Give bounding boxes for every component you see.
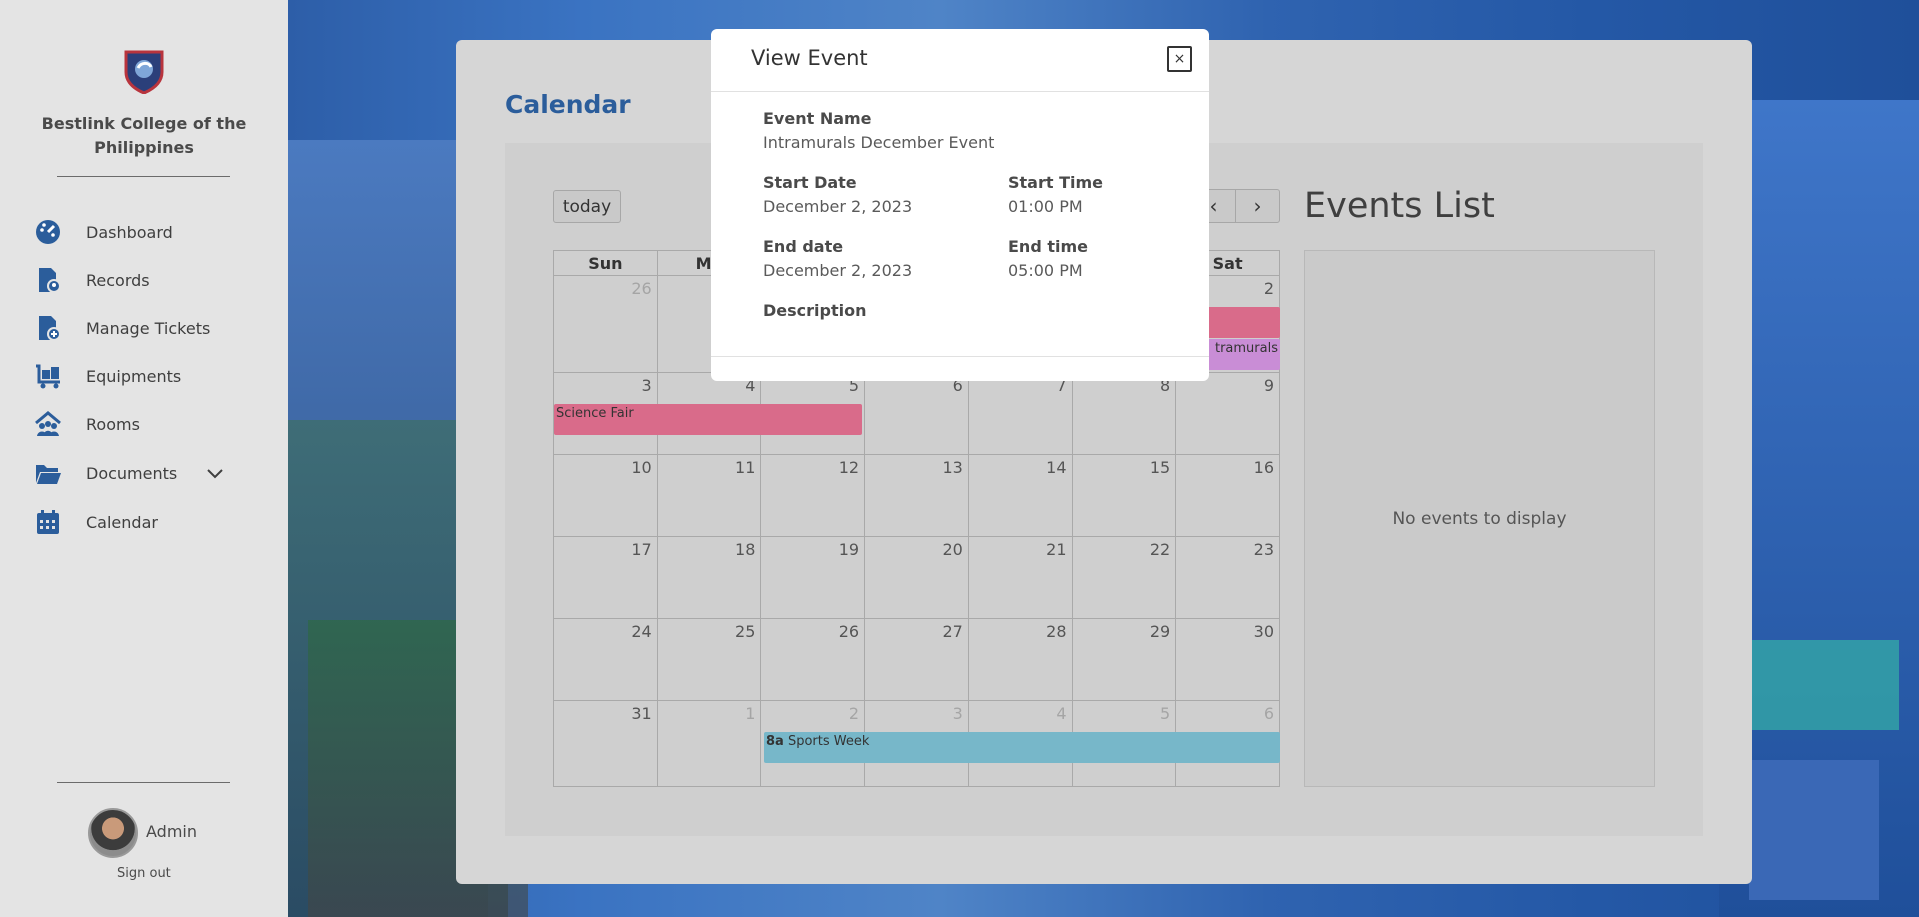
day-cell[interactable]: 14	[967, 454, 1073, 537]
records-icon	[39, 268, 61, 293]
day-cell[interactable]: 18	[656, 536, 762, 619]
day-cell[interactable]: 6	[864, 372, 969, 455]
sidebar-item-label: Equipments	[86, 366, 182, 386]
event-title: tramurals	[1214, 341, 1278, 356]
event-title: Sports Week	[787, 734, 870, 749]
sidebar-divider	[57, 176, 230, 177]
start-time-value: 01:00 PM	[1008, 197, 1083, 216]
day-cell[interactable]: 7	[967, 372, 1073, 455]
sidebar-item-rooms[interactable]: Rooms	[34, 409, 140, 439]
sidebar-item-label: Manage Tickets	[86, 318, 211, 338]
day-cell[interactable]: 1	[656, 700, 762, 787]
start-date-value: December 2, 2023	[763, 197, 913, 216]
page-title: Calendar	[505, 90, 631, 119]
end-time-value: 05:00 PM	[1008, 261, 1083, 280]
day-cell[interactable]: 20	[864, 536, 969, 619]
calendar-event[interactable]: tramurals	[1198, 339, 1280, 370]
events-list-title: Events List	[1304, 186, 1495, 226]
day-cell[interactable]: 19	[760, 536, 866, 619]
modal-footer-divider	[711, 356, 1209, 357]
avatar	[88, 808, 138, 858]
day-cell[interactable]: 21	[967, 536, 1073, 619]
modal-header: View Event ×	[711, 29, 1209, 92]
day-cell[interactable]: 23	[1175, 536, 1280, 619]
day-cell[interactable]: 13	[864, 454, 969, 537]
school-logo-icon	[124, 50, 164, 94]
event-time: 8a	[766, 734, 784, 749]
sidebar-item-label: Rooms	[86, 414, 140, 434]
events-list: No events to display	[1304, 250, 1655, 787]
view-event-modal: View Event × Event Name Intramurals Dece…	[711, 29, 1209, 381]
day-cell[interactable]: 25	[656, 618, 762, 701]
calendar-event[interactable]: Science Fair	[554, 404, 862, 435]
calendar-event[interactable]	[1198, 307, 1280, 338]
event-title: Science Fair	[556, 406, 634, 421]
day-cell[interactable]: 10	[553, 454, 658, 537]
day-cell[interactable]: 9	[1175, 372, 1280, 455]
day-cell[interactable]: 12	[760, 454, 866, 537]
day-cell[interactable]: 11	[656, 454, 762, 537]
day-cell[interactable]: 8	[1071, 372, 1177, 455]
user-name: Admin	[146, 822, 197, 841]
end-date-label: End date	[763, 237, 844, 256]
calendar-icon	[37, 510, 59, 534]
next-month-button[interactable]: ›	[1235, 190, 1279, 222]
sidebar: Bestlink College of the Philippines Dash…	[0, 0, 288, 917]
close-button[interactable]: ×	[1167, 46, 1192, 72]
day-cell[interactable]: 16	[1175, 454, 1280, 537]
day-cell[interactable]: 22	[1071, 536, 1177, 619]
rooms-icon	[35, 411, 61, 436]
folder-icon	[36, 465, 61, 484]
modal-title: View Event	[751, 46, 868, 70]
day-cell[interactable]: 29	[1071, 618, 1177, 701]
day-cell[interactable]: 17	[553, 536, 658, 619]
sidebar-item-label: Documents	[86, 463, 178, 483]
ticket-icon	[39, 316, 61, 341]
sidebar-item-calendar[interactable]: Calendar	[34, 507, 158, 537]
day-cell[interactable]: 26	[760, 618, 866, 701]
event-name-value: Intramurals December Event	[763, 133, 995, 152]
equipment-icon	[36, 364, 60, 389]
day-cell[interactable]: 28	[967, 618, 1073, 701]
end-date-value: December 2, 2023	[763, 261, 913, 280]
sidebar-item-label: Dashboard	[86, 222, 173, 242]
dashboard-icon	[36, 220, 60, 244]
event-name-label: Event Name	[763, 109, 872, 128]
day-header: Sun	[553, 250, 658, 276]
day-cell[interactable]: 30	[1175, 618, 1280, 701]
sidebar-item-documents[interactable]: Documents	[34, 458, 177, 488]
sidebar-divider	[57, 782, 230, 783]
sign-out-link[interactable]: Sign out	[117, 866, 171, 881]
sidebar-item-equipments[interactable]: Equipments	[34, 361, 181, 391]
start-date-label: Start Date	[763, 173, 857, 192]
day-cell[interactable]: 15	[1071, 454, 1177, 537]
calendar-event[interactable]: 8a Sports Week	[764, 732, 1280, 763]
day-cell[interactable]: 27	[864, 618, 969, 701]
end-time-label: End time	[1008, 237, 1088, 256]
start-time-label: Start Time	[1008, 173, 1103, 192]
day-cell[interactable]: 24	[553, 618, 658, 701]
sidebar-item-records[interactable]: Records	[34, 265, 150, 295]
sidebar-item-label: Calendar	[86, 512, 158, 532]
events-empty-text: No events to display	[1392, 508, 1567, 529]
sidebar-item-label: Records	[86, 270, 150, 290]
sidebar-item-dashboard[interactable]: Dashboard	[34, 217, 173, 247]
sidebar-item-manage-tickets[interactable]: Manage Tickets	[34, 313, 210, 343]
day-cell[interactable]: 31	[553, 700, 658, 787]
day-cell[interactable]: 26	[553, 275, 658, 373]
school-name: Bestlink College of the Philippines	[41, 114, 247, 157]
chevron-down-icon[interactable]	[206, 466, 224, 480]
description-label: Description	[763, 301, 867, 320]
today-button[interactable]: today	[553, 190, 621, 223]
